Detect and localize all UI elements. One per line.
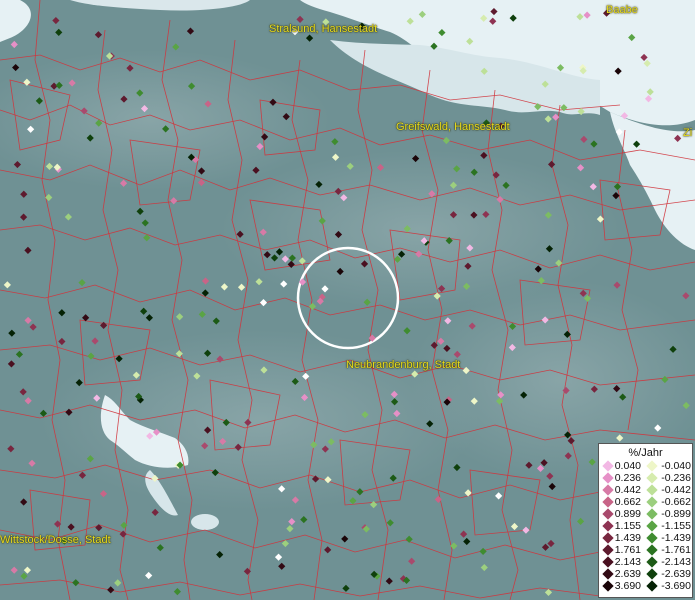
legend-value-negative: -3.690 <box>661 580 691 592</box>
legend-row: 0.442 -0.442 <box>599 484 692 496</box>
legend-row: 0.040 -0.040 <box>599 460 692 472</box>
legend-row: 3.690 -3.690 <box>599 580 692 592</box>
legend-value-positive: 0.040 <box>614 460 641 472</box>
legend-value-negative: -0.442 <box>661 484 691 496</box>
legend-row: 0.236 -0.236 <box>599 472 692 484</box>
legend-rows: 0.040 -0.040 0.236 -0.236 0.442 -0.442 0.662 -0… <box>599 460 692 592</box>
legend-value-positive: 2.639 <box>614 568 641 580</box>
legend-value-positive: 1.439 <box>614 532 641 544</box>
legend-row: 0.662 -0.662 <box>599 496 692 508</box>
legend-value-negative: -1.439 <box>661 532 691 544</box>
legend-row: 1.439 -1.439 <box>599 532 692 544</box>
map-canvas[interactable] <box>0 0 695 600</box>
legend-value-positive: 2.143 <box>614 556 641 568</box>
map-view[interactable]: Stralsund, Hansestadt Greifswald, Hanses… <box>0 0 695 600</box>
legend-value-positive: 0.662 <box>614 496 641 508</box>
legend-value-negative: -1.155 <box>661 520 691 532</box>
legend-value-positive: 0.442 <box>614 484 641 496</box>
legend-row: 1.761 -1.761 <box>599 544 692 556</box>
legend-value-positive: 3.690 <box>614 580 641 592</box>
legend-row: 2.143 -2.143 <box>599 556 692 568</box>
legend-value-negative: -2.143 <box>661 556 691 568</box>
legend-row: 2.639 -2.639 <box>599 568 692 580</box>
legend-value-positive: 0.899 <box>614 508 641 520</box>
legend-value-positive: 0.236 <box>614 472 641 484</box>
map-legend: %/Jahr 0.040 -0.040 0.236 -0.236 0.442 -0.442… <box>598 443 693 598</box>
legend-row: 1.155 -1.155 <box>599 520 692 532</box>
legend-value-negative: -0.040 <box>661 460 691 472</box>
legend-value-negative: -1.761 <box>661 544 691 556</box>
legend-value-negative: -0.899 <box>661 508 691 520</box>
legend-value-negative: -0.662 <box>661 496 691 508</box>
legend-value-positive: 1.761 <box>614 544 641 556</box>
legend-value-negative: -2.639 <box>661 568 691 580</box>
legend-value-positive: 1.155 <box>614 520 641 532</box>
legend-value-negative: -0.236 <box>661 472 691 484</box>
legend-title: %/Jahr <box>628 447 663 459</box>
legend-row: 0.899 -0.899 <box>599 508 692 520</box>
